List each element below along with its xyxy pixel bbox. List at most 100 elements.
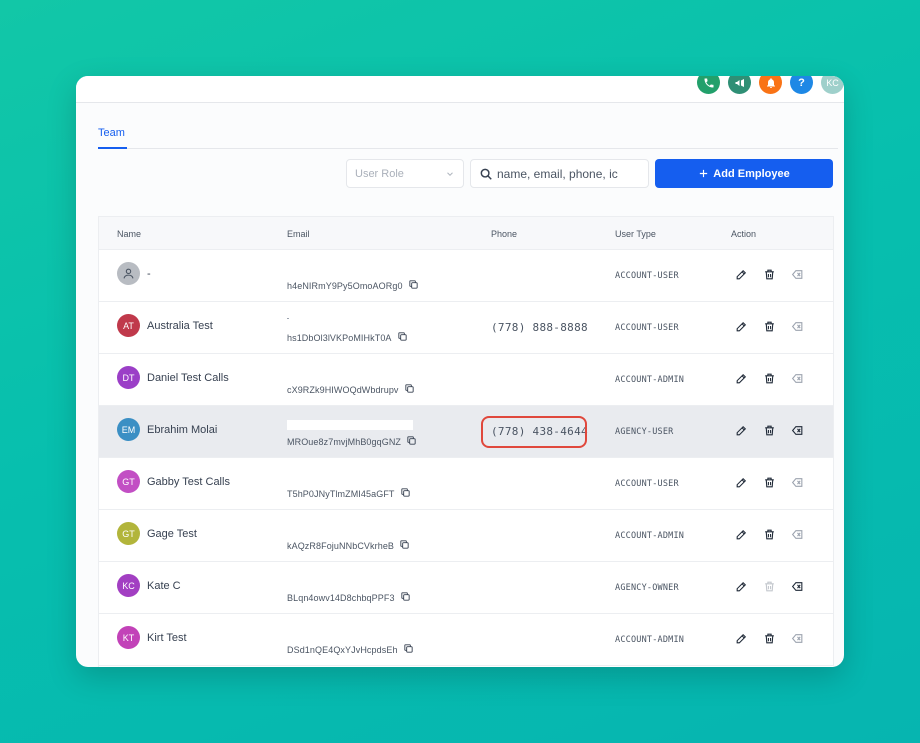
add-employee-button[interactable]: Add Employee bbox=[655, 159, 833, 188]
user-type-cell: ACCOUNT-USER bbox=[615, 479, 679, 489]
avatar: AT bbox=[117, 314, 140, 337]
table-row: GT Gage Test kAQzR8FojuNNbCVkrheB ACCOUN… bbox=[99, 510, 833, 562]
user-avatar[interactable]: KC bbox=[821, 76, 844, 94]
trash-icon[interactable] bbox=[763, 320, 776, 333]
trash-icon[interactable] bbox=[763, 424, 776, 437]
redaction-bar bbox=[287, 420, 413, 430]
main-card: ? KC Team User Role Add Employee Name Em… bbox=[76, 76, 844, 667]
edit-icon[interactable] bbox=[735, 424, 748, 437]
email-text: BLqn4owv14D8chbqPPF3 bbox=[287, 592, 395, 603]
user-name[interactable]: Kate C bbox=[147, 580, 181, 592]
avatar bbox=[117, 262, 140, 285]
user-name[interactable]: Gabby Test Calls bbox=[147, 476, 230, 488]
user-name-cell: - bbox=[117, 262, 151, 285]
edit-icon[interactable] bbox=[735, 580, 748, 593]
user-placeholder-icon bbox=[123, 268, 134, 279]
edit-icon[interactable] bbox=[735, 268, 748, 281]
header-action: Action bbox=[731, 229, 757, 239]
email-cell: h4eNIRmY9Py5OmoAORg0 bbox=[287, 279, 419, 292]
top-icons: ? KC bbox=[697, 76, 844, 94]
user-name[interactable]: Ebrahim Molai bbox=[147, 424, 217, 436]
megaphone-icon[interactable] bbox=[728, 76, 751, 94]
avatar: GT bbox=[117, 470, 140, 493]
copy-icon[interactable] bbox=[399, 539, 410, 552]
remove-access-icon[interactable] bbox=[791, 424, 804, 437]
action-cell bbox=[735, 372, 804, 385]
avatar: KC bbox=[117, 574, 140, 597]
help-glyph: ? bbox=[798, 76, 805, 89]
phone-icon[interactable] bbox=[697, 76, 720, 94]
email-text: hs1DbOl3lVKPoMIHkT0A bbox=[287, 332, 392, 343]
header-phone: Phone bbox=[491, 229, 518, 239]
user-type-cell: ACCOUNT-ADMIN bbox=[615, 635, 685, 645]
bell-icon[interactable] bbox=[759, 76, 782, 94]
remove-access-icon[interactable] bbox=[791, 528, 804, 541]
user-name-cell: GT Gage Test bbox=[117, 522, 197, 545]
tab-bar: Team bbox=[98, 127, 838, 149]
search-input[interactable] bbox=[497, 166, 637, 181]
user-role-select[interactable]: User Role bbox=[346, 159, 464, 188]
email-cell: hs1DbOl3lVKPoMIHkT0A bbox=[287, 331, 408, 344]
user-type-cell: AGENCY-USER bbox=[615, 427, 674, 437]
table-row: KC Kate C BLqn4owv14D8chbqPPF3 AGENCY-OW… bbox=[99, 562, 833, 614]
trash-icon[interactable] bbox=[763, 476, 776, 489]
email-cell: cX9RZk9HIWOQdWbdrupv bbox=[287, 383, 415, 396]
email-text: MROue8z7mvjMhB0gqGNZ bbox=[287, 436, 402, 447]
user-name[interactable]: Kirt Test bbox=[147, 632, 187, 644]
trash-icon[interactable] bbox=[763, 268, 776, 281]
user-name[interactable]: Daniel Test Calls bbox=[147, 372, 229, 384]
tab-team[interactable]: Team bbox=[98, 127, 127, 149]
edit-icon[interactable] bbox=[735, 476, 748, 489]
edit-icon[interactable] bbox=[735, 632, 748, 645]
user-name-cell: KC Kate C bbox=[117, 574, 181, 597]
user-name[interactable]: - bbox=[147, 268, 151, 280]
trash-icon[interactable] bbox=[763, 372, 776, 385]
copy-icon[interactable] bbox=[403, 643, 414, 656]
copy-icon[interactable] bbox=[400, 591, 411, 604]
header-user-type: User Type bbox=[615, 229, 656, 239]
help-icon[interactable]: ? bbox=[790, 76, 813, 94]
header-name: Name bbox=[117, 229, 142, 239]
copy-icon[interactable] bbox=[404, 383, 415, 396]
email-text: DSd1nQE4QxYJvHcpdsEh bbox=[287, 644, 398, 655]
trash-icon[interactable] bbox=[763, 528, 776, 541]
email-cell: kAQzR8FojuNNbCVkrheB bbox=[287, 539, 410, 552]
copy-icon[interactable] bbox=[406, 435, 417, 448]
email-text: cX9RZk9HIWOQdWbdrupv bbox=[287, 384, 399, 395]
edit-icon[interactable] bbox=[735, 372, 748, 385]
remove-access-icon[interactable] bbox=[791, 320, 804, 333]
table-row: - h4eNIRmY9Py5OmoAORg0 ACCOUNT-USER bbox=[99, 250, 833, 302]
table-row: DT Daniel Test Calls cX9RZk9HIWOQdWbdrup… bbox=[99, 354, 833, 406]
avatar: DT bbox=[117, 366, 140, 389]
remove-access-icon[interactable] bbox=[791, 580, 804, 593]
action-cell bbox=[735, 476, 804, 489]
remove-access-icon[interactable] bbox=[791, 632, 804, 645]
user-name-cell: GT Gabby Test Calls bbox=[117, 470, 230, 493]
user-name[interactable]: Australia Test bbox=[147, 320, 213, 332]
remove-access-icon[interactable] bbox=[791, 476, 804, 489]
copy-icon[interactable] bbox=[397, 331, 408, 344]
copy-icon[interactable] bbox=[408, 279, 419, 292]
trash-icon[interactable] bbox=[763, 632, 776, 645]
table-row: EM Ebrahim Molai MROue8z7mvjMhB0gqGNZ (7… bbox=[99, 406, 833, 458]
team-table: Name Email Phone User Type Action - h4eN… bbox=[98, 216, 834, 667]
search-box[interactable] bbox=[470, 159, 649, 188]
copy-icon[interactable] bbox=[400, 487, 411, 500]
remove-access-icon[interactable] bbox=[791, 372, 804, 385]
user-type-cell: ACCOUNT-ADMIN bbox=[615, 375, 685, 385]
email-cell: MROue8z7mvjMhB0gqGNZ bbox=[287, 435, 417, 448]
user-name-cell: EM Ebrahim Molai bbox=[117, 418, 217, 441]
phone-highlight-ring bbox=[481, 416, 587, 448]
user-name[interactable]: Gage Test bbox=[147, 528, 197, 540]
edit-icon[interactable] bbox=[735, 320, 748, 333]
remove-access-icon[interactable] bbox=[791, 268, 804, 281]
action-cell bbox=[735, 580, 804, 593]
edit-icon[interactable] bbox=[735, 528, 748, 541]
user-type-cell: ACCOUNT-ADMIN bbox=[615, 531, 685, 541]
header-email: Email bbox=[287, 229, 310, 239]
action-cell bbox=[735, 320, 804, 333]
avatar: KT bbox=[117, 626, 140, 649]
trash-icon[interactable] bbox=[763, 580, 776, 593]
table-header: Name Email Phone User Type Action bbox=[99, 217, 833, 250]
table-body: - h4eNIRmY9Py5OmoAORg0 ACCOUNT-USER AT A… bbox=[99, 250, 833, 666]
